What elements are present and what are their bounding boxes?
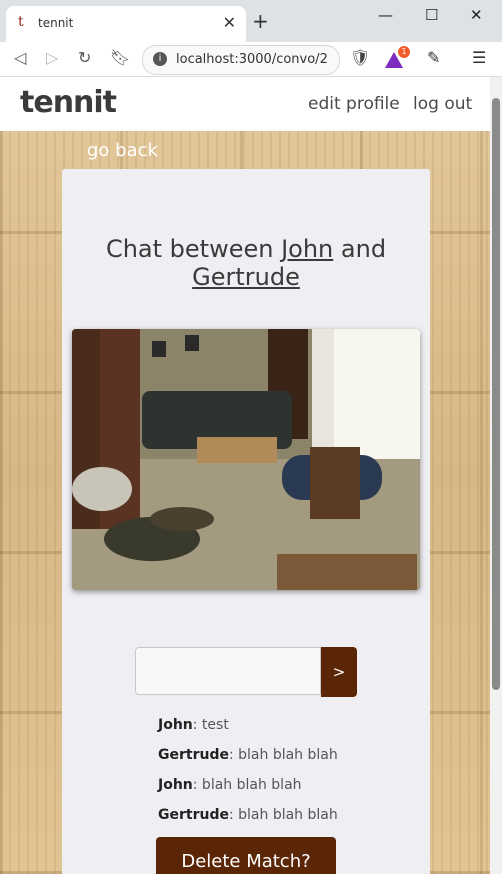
address-bar[interactable]: i localhost:3000/convo/2 [142,45,340,75]
scrollbar-thumb[interactable] [492,98,500,690]
log-out-link[interactable]: log out [413,94,472,114]
page-viewport: tennit edit profile log out go back Chat… [0,77,490,874]
browser-menu-icon[interactable]: ☰ [472,48,486,67]
eyedropper-extension-icon[interactable]: ✎ [427,48,440,67]
message-author: John [158,777,193,793]
chat-card: Chat between John and Gertrude > John: t… [62,169,430,874]
brave-shield-icon[interactable]: 🛡︎ [350,48,370,67]
chat-title: Chat between John and Gertrude [62,235,430,291]
tab-title: tennit [38,16,74,30]
message-item: John: test [158,717,229,733]
maximize-icon[interactable]: ☐ [425,6,438,24]
message-input[interactable] [135,647,321,695]
message-item: John: blah blah blah [158,777,302,793]
message-author: Gertrude [158,747,229,763]
rewards-badge: 1 [398,46,410,58]
tab-favicon-icon: t [18,14,24,30]
room-photo [72,329,420,590]
forward-icon[interactable]: ▷ [46,48,58,68]
message-item: Gertrude: blah blah blah [158,747,338,763]
user1-link[interactable]: John [281,235,333,263]
tab-close-icon[interactable]: ✕ [223,13,236,32]
brand-logo[interactable]: tennit [20,85,117,120]
tab-strip: t tennit ✕ + — ☐ ✕ [0,0,502,42]
message-author: Gertrude [158,807,229,823]
message-text: : blah blah blah [228,747,338,763]
window-close-icon[interactable]: ✕ [470,6,483,24]
message-item: Gertrude: blah blah blah [158,807,338,823]
site-info-icon[interactable]: i [153,52,167,66]
edit-profile-link[interactable]: edit profile [308,94,400,114]
message-text: : blah blah blah [228,807,338,823]
back-icon[interactable]: ◁ [14,48,26,68]
site-navbar: tennit edit profile log out [0,77,490,131]
delete-match-button[interactable]: Delete Match? [156,837,336,874]
new-tab-icon[interactable]: + [252,10,269,32]
chat-title-and: and [340,235,387,263]
url-text: localhost:3000/convo/2 [176,52,328,67]
go-back-link[interactable]: go back [87,140,158,161]
browser-tab[interactable]: t tennit ✕ [6,6,246,42]
bookmark-icon[interactable]: 🔖︎ [110,48,130,68]
send-button[interactable]: > [321,647,357,697]
message-text: : blah blah blah [192,777,302,793]
minimize-icon[interactable]: — [378,6,393,24]
user2-link[interactable]: Gertrude [192,263,300,291]
chat-title-prefix: Chat between [105,235,274,263]
reload-icon[interactable]: ↻ [78,48,91,68]
message-text: : test [192,717,229,733]
message-author: John [158,717,193,733]
